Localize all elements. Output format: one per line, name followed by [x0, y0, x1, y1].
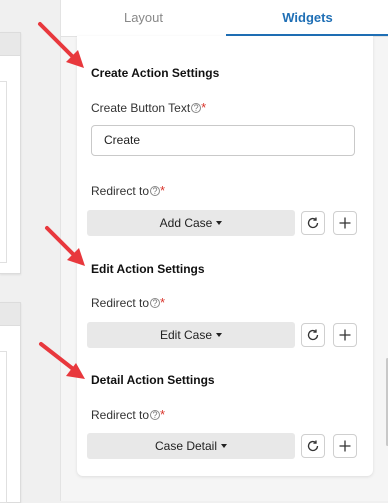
background-widget-body	[0, 81, 7, 263]
background-widget-header	[0, 303, 20, 326]
plus-icon	[339, 217, 351, 229]
required-asterisk: *	[160, 295, 166, 310]
annotation-arrow-detail	[39, 342, 85, 379]
background-widget-card	[0, 32, 21, 274]
background-widget-card	[0, 302, 21, 503]
required-asterisk: *	[201, 100, 207, 115]
action-settings-card: Create Action Settings Create Button Tex…	[77, 36, 388, 476]
edit-add-button[interactable]	[333, 323, 357, 347]
question-circle-icon[interactable]: ?	[191, 103, 202, 113]
background-widget-header	[0, 33, 20, 56]
annotation-arrow-create	[38, 22, 84, 68]
edit-redirect-label: Redirect to? *	[91, 295, 165, 310]
required-asterisk: *	[160, 407, 166, 422]
caret-down-icon	[216, 221, 223, 225]
dropdown-value: Case Detail	[154, 439, 218, 453]
edit-refresh-button[interactable]	[301, 323, 325, 347]
caret-down-icon	[216, 333, 223, 337]
edit-redirect-dropdown[interactable]: Edit Case	[87, 322, 295, 348]
detail-redirect-dropdown[interactable]: Case Detail	[87, 433, 295, 459]
refresh-icon	[307, 217, 319, 228]
label-text: Redirect to	[91, 184, 150, 198]
plus-icon	[339, 440, 351, 452]
question-circle-icon[interactable]: ?	[150, 298, 161, 308]
create-refresh-button[interactable]	[301, 211, 325, 235]
create-redirect-label: Redirect to? *	[91, 183, 165, 198]
create-button-text-input[interactable]: Create	[91, 125, 355, 156]
question-circle-icon[interactable]: ?	[150, 410, 161, 420]
detail-add-button[interactable]	[333, 434, 357, 458]
properties-panel: Layout Widgets Create Action Settings Cr…	[60, 0, 388, 501]
required-asterisk: *	[160, 183, 166, 198]
detail-redirect-label: Redirect to? *	[91, 407, 165, 422]
create-section-title: Create Action Settings	[91, 66, 220, 80]
tab-widgets[interactable]: Widgets	[226, 0, 388, 36]
background-widget-body	[0, 351, 7, 503]
refresh-icon	[307, 329, 319, 340]
create-add-button[interactable]	[333, 211, 357, 235]
question-circle-icon[interactable]: ?	[150, 186, 161, 196]
dropdown-value: Add Case	[159, 216, 213, 230]
refresh-icon	[307, 440, 319, 451]
label-text: Redirect to	[91, 408, 150, 422]
annotation-arrow-edit	[45, 226, 85, 266]
plus-icon	[339, 329, 351, 341]
create-redirect-dropdown[interactable]: Add Case	[87, 210, 295, 236]
create-button-text-label: Create Button Text? *	[91, 100, 206, 115]
detail-section-title: Detail Action Settings	[91, 373, 215, 387]
label-text: Create Button Text	[91, 101, 191, 115]
detail-refresh-button[interactable]	[301, 434, 325, 458]
label-text: Redirect to	[91, 296, 150, 310]
dropdown-value: Edit Case	[159, 328, 213, 342]
caret-down-icon	[221, 444, 228, 448]
panel-tabs: Layout Widgets	[61, 0, 388, 37]
edit-section-title: Edit Action Settings	[91, 262, 205, 276]
